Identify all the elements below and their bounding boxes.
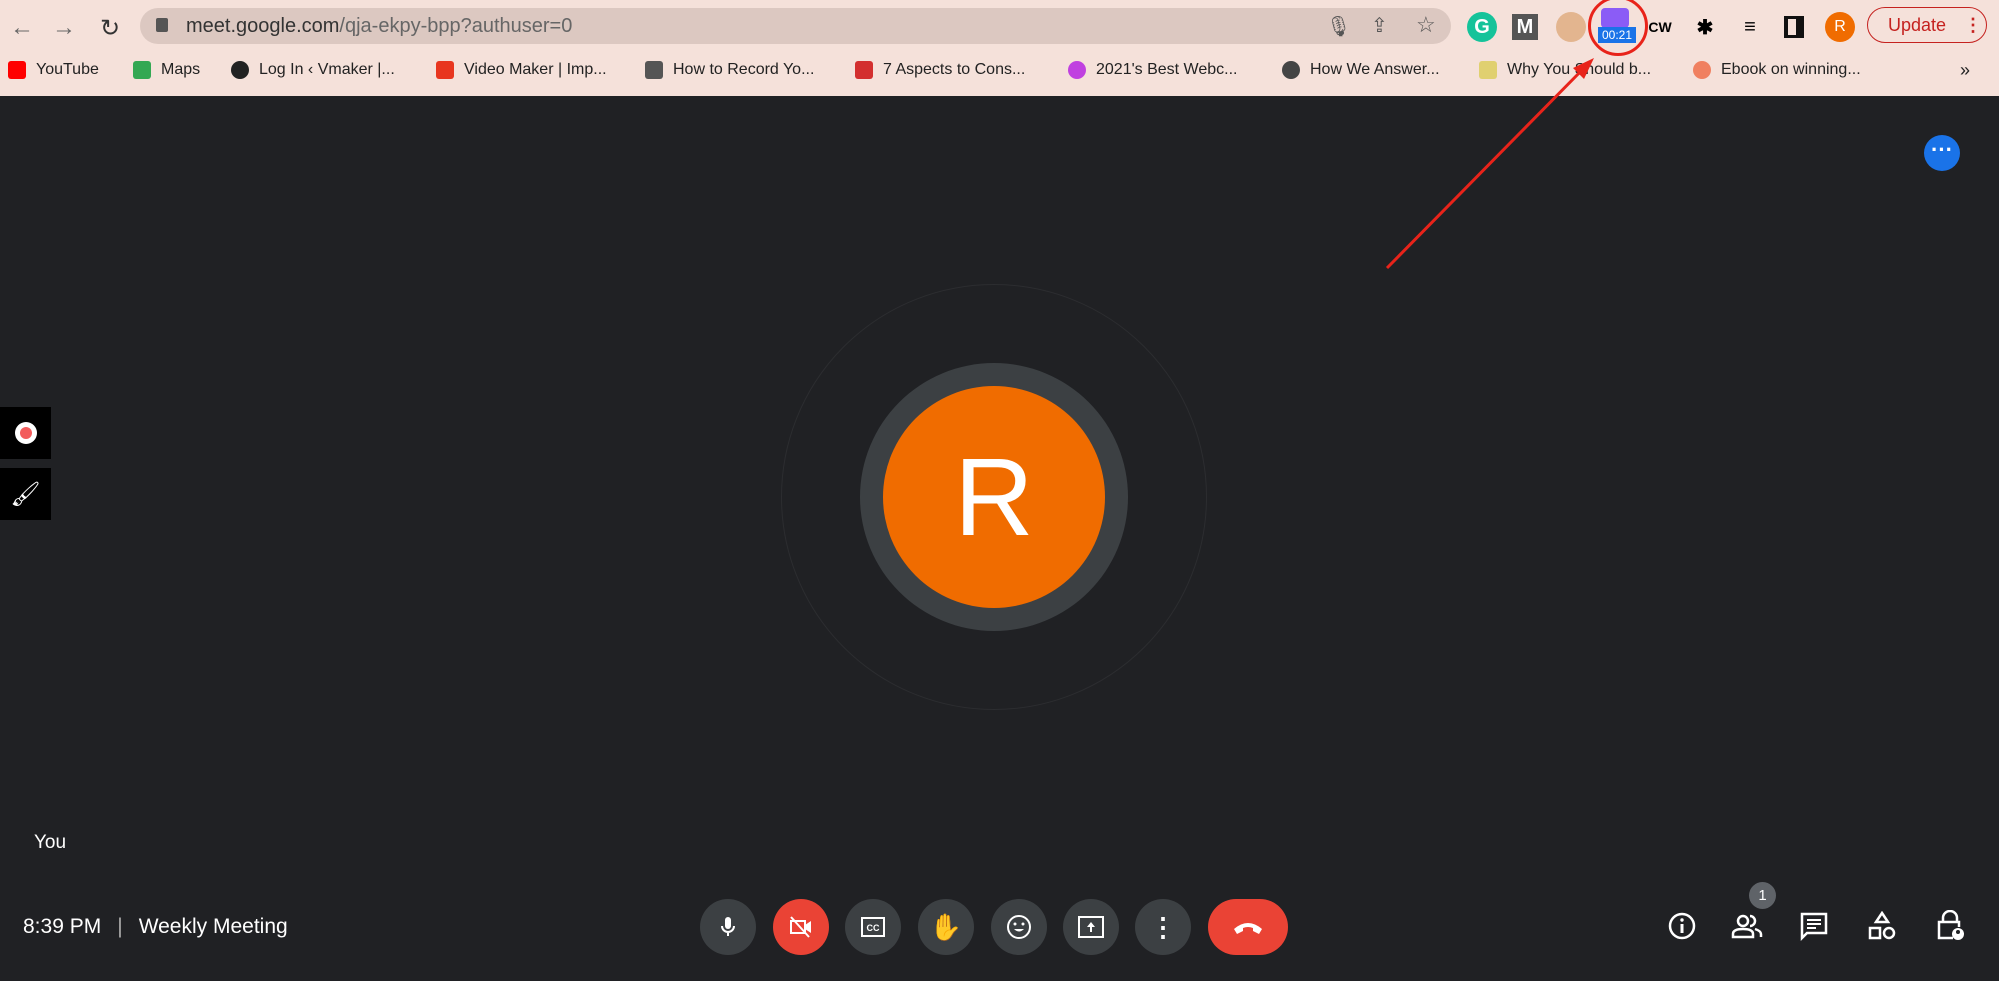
hang-up-icon (1234, 923, 1262, 934)
shapes-icon (1868, 911, 1896, 940)
brush-icon: 🖌 (10, 480, 41, 508)
present-screen-button[interactable] (1063, 899, 1119, 955)
activities-button[interactable] (1862, 906, 1902, 946)
microphone-button[interactable] (700, 899, 756, 955)
meeting-time: 8:39 PM (23, 915, 102, 938)
hand-icon: ✋ (929, 911, 963, 942)
meeting-title: Weekly Meeting (138, 915, 288, 938)
camera-off-button[interactable] (773, 899, 829, 955)
vertical-dots-icon: ⋮ (1150, 911, 1176, 942)
more-options-button[interactable]: ··· (1924, 135, 1960, 171)
people-icon (1731, 914, 1763, 939)
draw-button[interactable]: 🖌 (0, 468, 51, 520)
mic-icon (721, 917, 735, 936)
record-icon (14, 422, 37, 444)
chat-button[interactable] (1794, 906, 1834, 946)
host-controls-button[interactable] (1930, 906, 1970, 946)
participant-name: You (34, 832, 67, 853)
lock-person-icon (1937, 910, 1964, 940)
meeting-details: 8:39 PM | Weekly Meeting (23, 915, 288, 938)
closed-captions-icon: CC (861, 917, 885, 937)
info-icon (1668, 912, 1696, 940)
more-actions-button[interactable]: ⋮ (1135, 899, 1191, 955)
participant-avatar: R (883, 386, 1105, 608)
svg-text:CC: CC (867, 923, 880, 933)
chat-icon (1800, 912, 1828, 941)
record-button[interactable] (0, 407, 51, 459)
meeting-info-button[interactable] (1662, 906, 1702, 946)
participants-count-badge: 1 (1749, 882, 1776, 909)
emoji-icon (1007, 915, 1031, 939)
captions-button[interactable]: CC (845, 899, 901, 955)
leave-call-button[interactable] (1208, 899, 1288, 955)
camera-off-icon (790, 916, 811, 938)
raise-hand-button[interactable]: ✋ (918, 899, 974, 955)
reactions-button[interactable] (991, 899, 1047, 955)
people-button[interactable] (1727, 906, 1767, 946)
present-icon (1078, 916, 1104, 938)
